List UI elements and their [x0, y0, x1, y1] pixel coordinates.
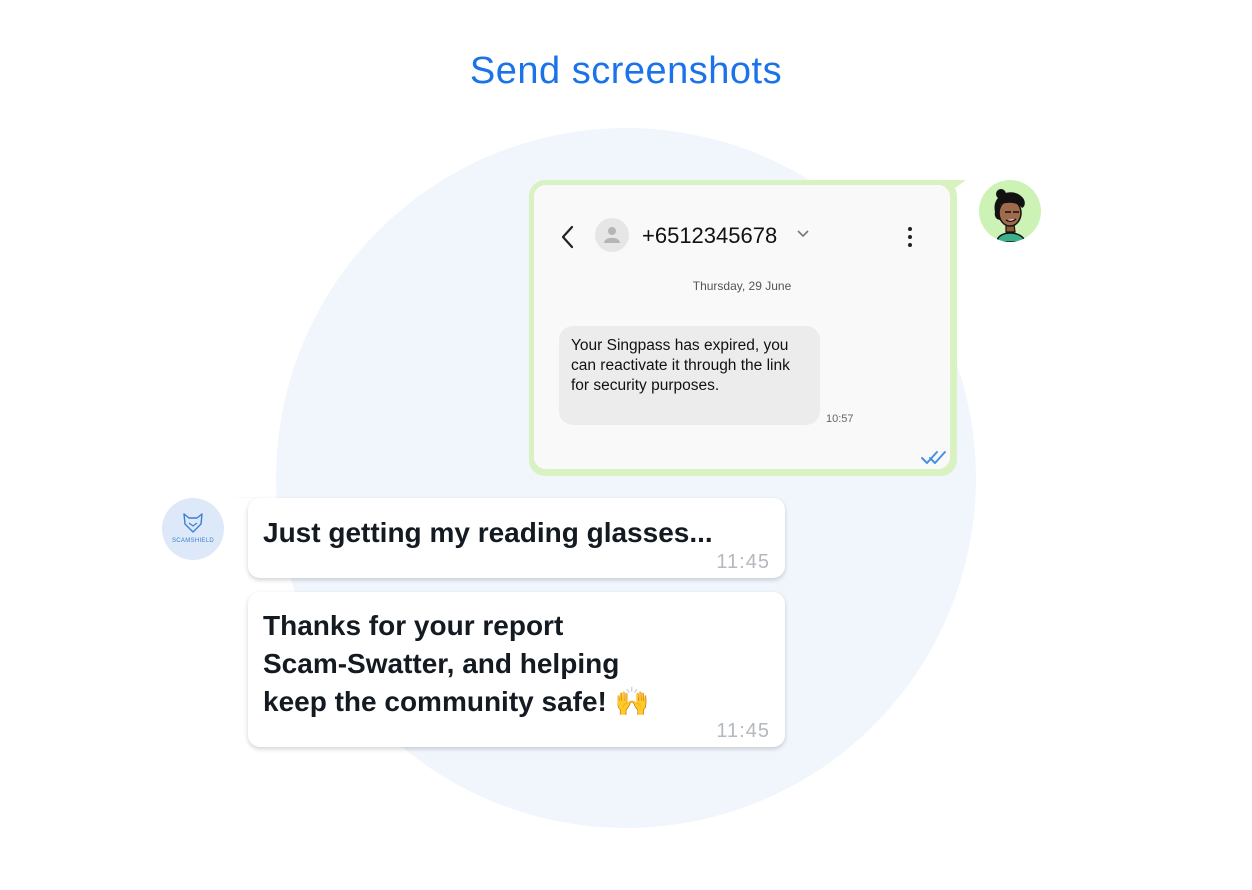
woman-avatar-icon [994, 189, 1026, 242]
sms-time: 10:57 [826, 413, 854, 425]
message-line: Thanks for your report [263, 610, 564, 641]
bot-message-text: Thanks for your report Scam-Swatter, and… [263, 607, 650, 721]
sms-bubble: Your Singpass has expired, you can react… [559, 326, 820, 425]
sms-date: Thursday, 29 June [692, 279, 792, 293]
message-line: keep the community safe! 🙌 [263, 686, 650, 717]
bot-message-bubble[interactable]: Thanks for your report Scam-Swatter, and… [248, 592, 785, 747]
back-arrow-icon [561, 225, 574, 249]
user-avatar [979, 180, 1041, 242]
contact-phone-number: +6512345678 [642, 223, 778, 248]
bot-message-text: Just getting my reading glasses... [263, 517, 713, 548]
chevron-down-icon [797, 230, 809, 238]
more-options-icon [908, 227, 912, 247]
message-time: 11:45 [716, 551, 770, 573]
fox-logo-icon [183, 513, 203, 533]
sms-screenshot[interactable]: +6512345678 Thursday, 29 June Your Singp… [534, 185, 950, 469]
contact-avatar-icon [595, 218, 629, 252]
scamshield-avatar: SCAMSHIELD [162, 498, 224, 560]
message-time: 11:45 [716, 720, 770, 742]
scamshield-brand: SCAMSHIELD [171, 538, 214, 544]
message-line: Scam-Swatter, and helping [263, 648, 620, 679]
page-title: Send screenshots [469, 50, 783, 92]
bot-message-bubble[interactable]: Just getting my reading glasses... 11:45 [248, 498, 785, 578]
read-ticks-icon [921, 451, 946, 464]
